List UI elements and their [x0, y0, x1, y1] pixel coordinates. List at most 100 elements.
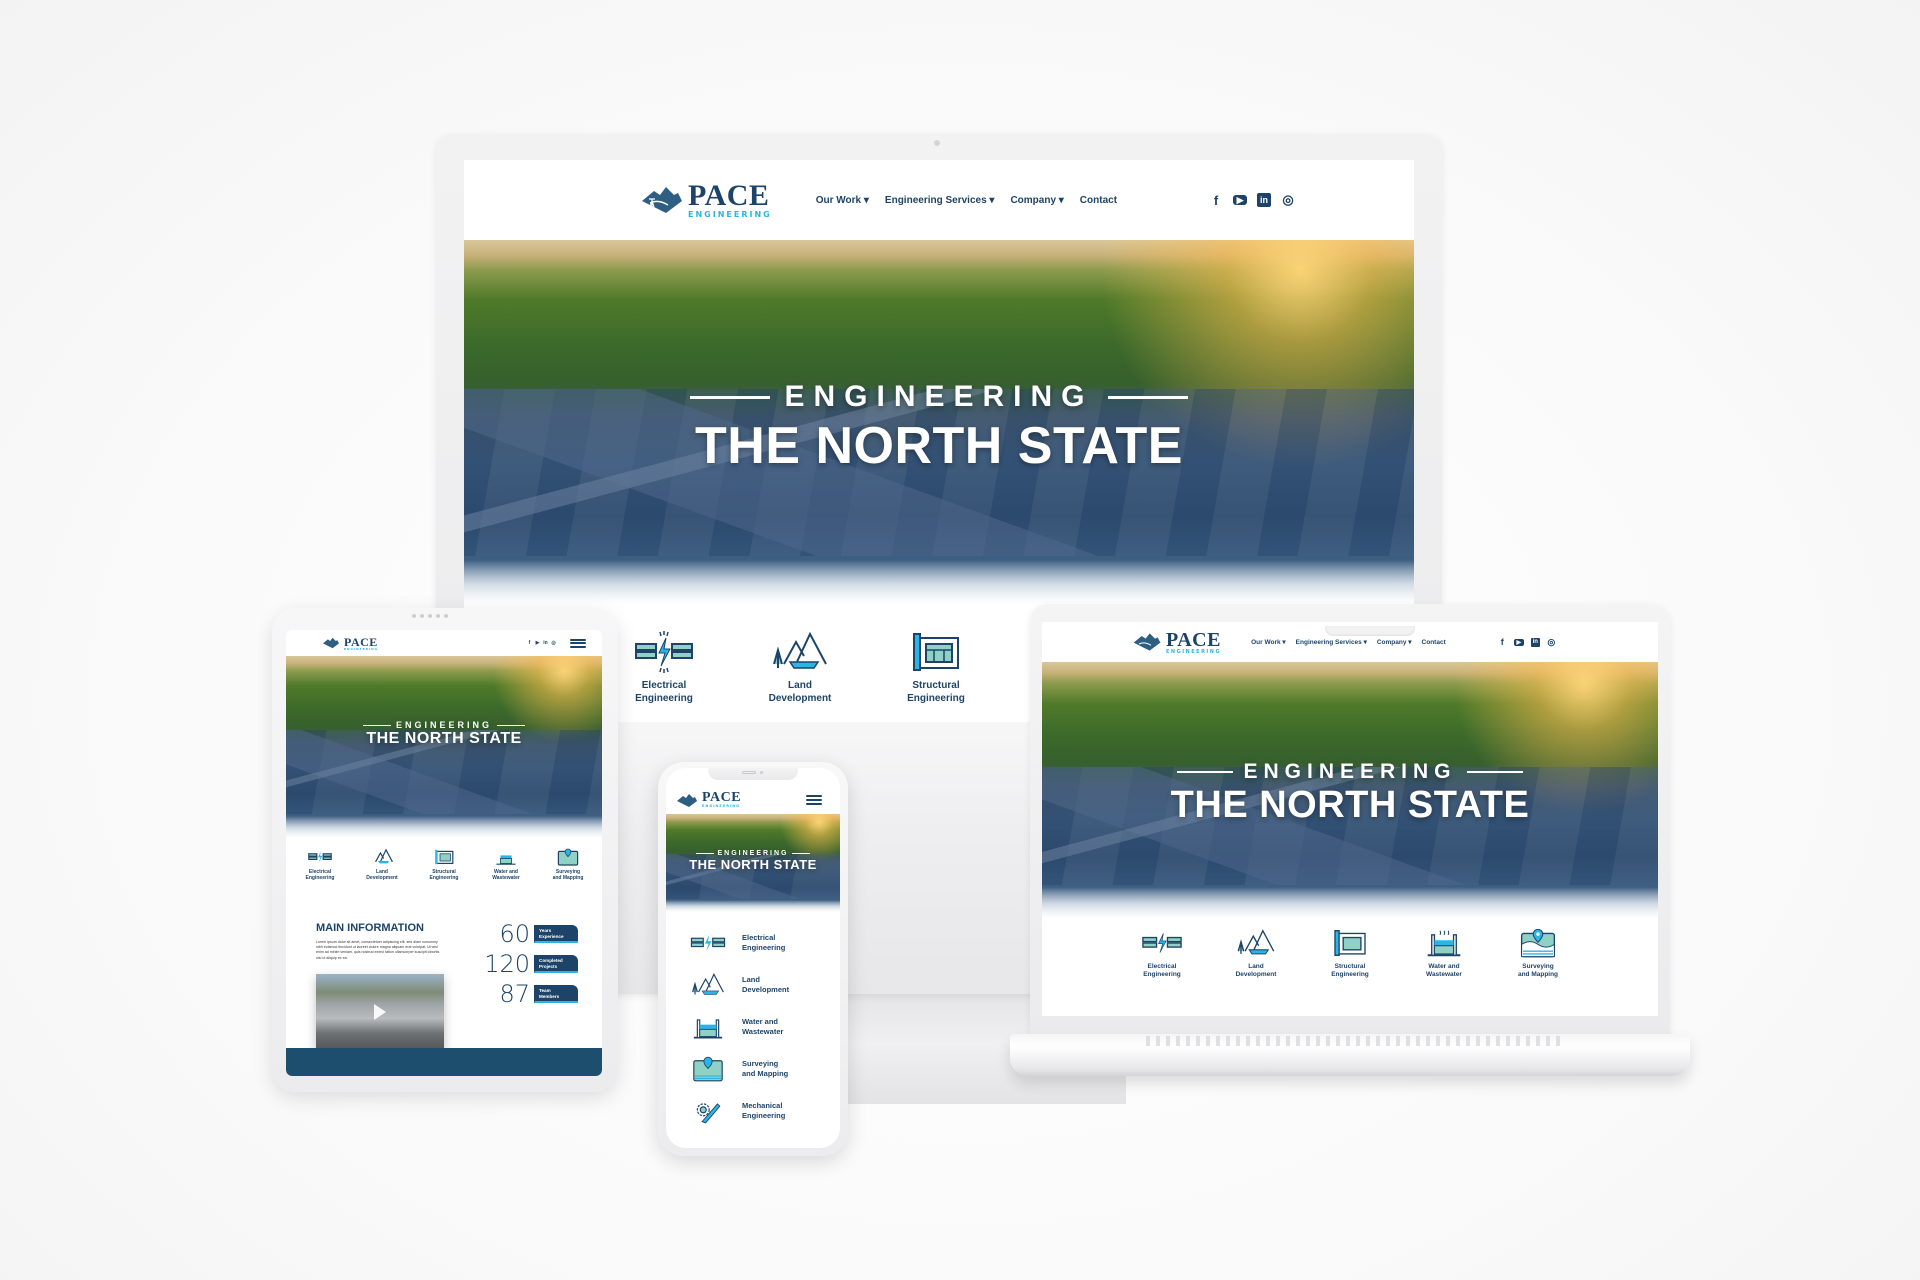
instagram-icon[interactable]: ◎	[1547, 637, 1556, 647]
youtube-icon[interactable]: ▶	[1513, 638, 1524, 646]
site-logo[interactable]: PACE ENGINEERING	[1132, 630, 1221, 655]
tablet: PACE ENGINEERING f ▶ in ◎ ENGINEERING THE…	[272, 608, 618, 1092]
brand-sub: ENGINEERING	[688, 210, 772, 219]
hero-kicker: ENGINEERING	[395, 720, 492, 730]
youtube-icon[interactable]: ▶	[1233, 195, 1248, 205]
mechanical-icon	[696, 1103, 721, 1124]
service-electrical[interactable]: Electrical Engineering	[297, 848, 343, 882]
service-land-development[interactable]: Land Development	[1228, 928, 1284, 979]
nav-contact[interactable]: Contact	[1080, 195, 1117, 206]
nav-company[interactable]: Company ▾	[1377, 638, 1412, 646]
surveying-icon	[1520, 928, 1556, 958]
service-label: Water and Wastewater	[742, 1017, 784, 1036]
smartphone: PACE ENGINEERING ENGINEERING THE NORTH ST…	[658, 762, 848, 1156]
service-electrical[interactable]: Electrical Engineering	[624, 630, 704, 705]
kicker-rule-right	[791, 853, 810, 854]
hero-headline: ENGINEERING THE NORTH STATE	[286, 720, 602, 748]
laptop-screen: PACE ENGINEERING Our Work ▾ Engineering S…	[1042, 622, 1658, 1016]
stats-list: 60 Years Experience 120 Completed Projects 8…	[472, 922, 578, 1006]
service-label: Electrical Engineering	[1143, 963, 1181, 979]
facebook-icon[interactable]: f	[527, 640, 532, 646]
hero-headline: ENGINEERING THE NORTH STATE	[464, 380, 1414, 476]
mountain-logo-icon	[1133, 633, 1161, 651]
social-links: f ▶ in ◎	[1209, 192, 1295, 208]
electrical-icon	[635, 631, 693, 673]
linkedin-icon[interactable]: in	[1257, 193, 1272, 207]
hero-banner: ENGINEERING THE NORTH STATE	[1042, 662, 1658, 924]
service-label: Surveying and Mapping	[742, 1059, 789, 1078]
main-info-body: Lorem ipsum dolor sit amet, consectetuer…	[316, 940, 440, 960]
site-logo[interactable]: PACE ENGINEERING	[322, 636, 378, 651]
play-icon[interactable]	[374, 1004, 386, 1020]
kicker-rule-right	[1466, 771, 1523, 773]
service-label: Land Development	[768, 680, 832, 704]
service-label: Water and Wastewater	[492, 869, 520, 882]
stat-years: 60 Years Experience	[472, 922, 578, 946]
electrical-icon	[308, 851, 332, 863]
facebook-icon[interactable]: f	[1209, 193, 1223, 208]
service-water[interactable]: Water and Wastewater	[1416, 928, 1472, 979]
water-icon	[1427, 930, 1461, 957]
laptop-keyboard	[1140, 1036, 1560, 1046]
service-structural[interactable]: Structural Engineering	[421, 848, 467, 882]
facebook-icon[interactable]: f	[1498, 637, 1507, 647]
tablet-cameras	[412, 614, 448, 618]
hamburger-menu-icon[interactable]	[570, 638, 586, 648]
instagram-icon[interactable]: ◎	[551, 640, 556, 646]
site-logo[interactable]: PACE ENGINEERING	[676, 791, 741, 809]
linkedin-icon[interactable]: in	[543, 640, 548, 646]
kicker-rule-left	[696, 853, 715, 854]
service-label: Surveying and Mapping	[1517, 963, 1559, 979]
brand-sub: ENGINEERING	[702, 804, 741, 809]
nav-engineering-services[interactable]: Engineering Services ▾	[885, 195, 995, 206]
video-thumbnail[interactable]	[316, 974, 444, 1050]
service-surveying[interactable]: Surveying and Mapping	[688, 1054, 789, 1084]
electrical-icon	[1142, 933, 1182, 953]
service-water[interactable]: Water and Wastewater	[688, 1012, 789, 1042]
service-land-development[interactable]: Land Development	[359, 848, 405, 882]
kicker-rule-right	[1107, 395, 1188, 399]
youtube-icon[interactable]: ▶	[535, 640, 540, 646]
site-header: PACE ENGINEERING f ▶ in ◎	[286, 630, 602, 656]
service-land-development[interactable]: Land Development	[688, 970, 789, 1000]
structural-icon	[913, 633, 959, 671]
hero-banner: ENGINEERING THE NORTH STATE	[464, 240, 1414, 612]
service-land-development[interactable]: Land Development	[760, 630, 840, 705]
stat-team: 87 Team Members	[472, 982, 578, 1006]
service-electrical[interactable]: Electrical Engineering	[688, 928, 789, 958]
water-icon	[496, 855, 516, 865]
service-structural[interactable]: Structural Engineering	[1322, 928, 1378, 979]
hero-title: THE NORTH STATE	[366, 730, 522, 747]
hamburger-menu-icon[interactable]	[806, 795, 822, 805]
service-label: Structural Engineering	[1331, 963, 1369, 979]
service-mechanical[interactable]: Mechanical Engineering	[688, 1096, 789, 1126]
service-water[interactable]: Water and Wastewater	[483, 848, 529, 882]
laptop-base	[1010, 1034, 1690, 1076]
service-label: Structural Engineering	[907, 680, 965, 704]
hero-kicker: ENGINEERING	[717, 850, 789, 857]
hero-banner: ENGINEERING THE NORTH STATE	[666, 814, 840, 914]
nav-our-work[interactable]: Our Work ▾	[1251, 638, 1286, 646]
land-development-icon	[773, 631, 827, 669]
service-label: Land Development	[366, 869, 398, 882]
nav-company[interactable]: Company ▾	[1010, 195, 1063, 206]
service-surveying[interactable]: Surveying and Mapping	[545, 848, 591, 882]
mountain-logo-icon	[323, 637, 339, 649]
instagram-icon[interactable]: ◎	[1281, 192, 1295, 207]
social-links: f ▶ in ◎	[527, 640, 556, 646]
kicker-rule-left	[1177, 771, 1234, 773]
nav-engineering-services[interactable]: Engineering Services ▾	[1296, 638, 1367, 646]
nav-our-work[interactable]: Our Work ▾	[816, 195, 869, 206]
service-surveying[interactable]: Surveying and Mapping	[1510, 928, 1566, 979]
hero-banner: ENGINEERING THE NORTH STATE	[286, 656, 602, 842]
kicker-rule-left	[690, 395, 771, 399]
device-mockup-stage: PACE ENGINEERING Our Work ▾ Engineering S…	[0, 0, 1920, 1280]
site-logo[interactable]: PACE ENGINEERING	[640, 181, 772, 219]
linkedin-icon[interactable]: in	[1530, 637, 1540, 647]
surveying-icon	[693, 1056, 723, 1082]
nav-contact[interactable]: Contact	[1422, 639, 1446, 646]
service-structural[interactable]: Structural Engineering	[896, 630, 976, 705]
service-electrical[interactable]: Electrical Engineering	[1134, 928, 1190, 979]
tablet-screen: PACE ENGINEERING f ▶ in ◎ ENGINEERING THE…	[286, 630, 602, 1076]
site-header: PACE ENGINEERING	[666, 788, 840, 812]
